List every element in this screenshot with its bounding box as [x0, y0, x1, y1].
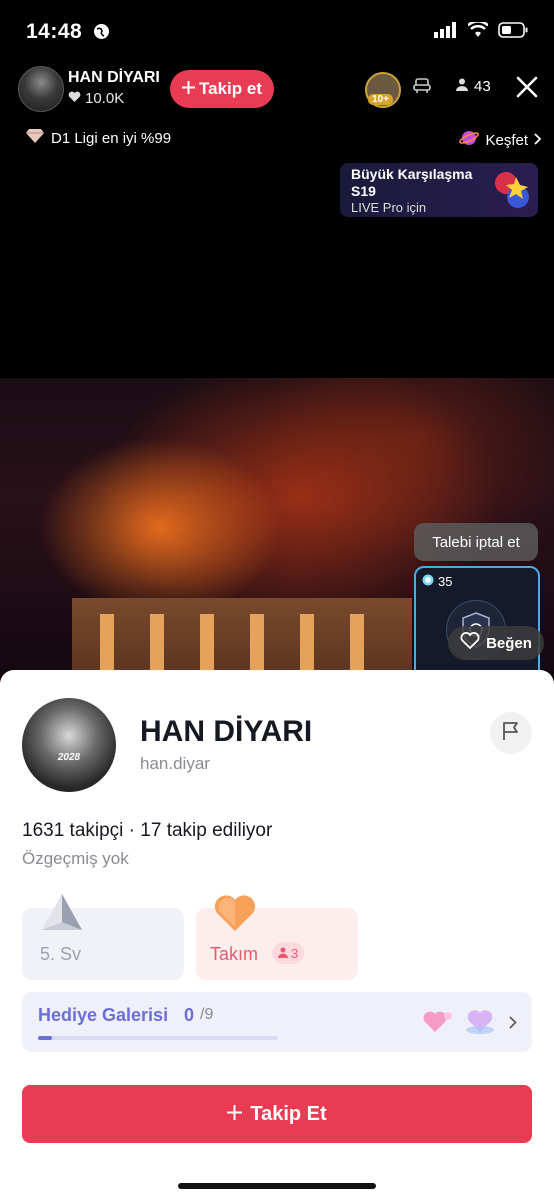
event-banner-subtitle: LIVE Pro için [351, 200, 427, 215]
host-avatar[interactable] [18, 66, 64, 112]
building-column [250, 614, 264, 678]
gallery-progress-bar [38, 1036, 278, 1040]
building-column [300, 614, 314, 678]
gem-icon [422, 574, 434, 589]
report-button[interactable] [490, 712, 532, 754]
host-name[interactable]: HAN DİYARI [68, 69, 160, 87]
building-column [150, 614, 164, 678]
status-time: 14:48 [26, 20, 110, 46]
heart-icon [68, 90, 81, 107]
profile-sheet: 2028 HAN DİYARI han.diyar 1631 takipçi ·… [0, 670, 554, 1200]
follow-button[interactable]: Takip Et [22, 1085, 532, 1143]
battle-score: 35 [422, 574, 452, 589]
team-member-count: 3 [272, 942, 305, 964]
plus-icon [182, 79, 195, 99]
building-column [100, 614, 114, 678]
cancel-request-button[interactable]: Talebi iptal et [414, 523, 538, 561]
chevron-right-icon [509, 1016, 517, 1034]
explore-button[interactable]: Keşfet [459, 128, 542, 152]
home-indicator[interactable] [178, 1183, 376, 1189]
plus-icon [227, 1103, 243, 1126]
planet-icon [459, 128, 480, 152]
event-banner-title: Büyük Karşılaşma S19 [351, 166, 473, 199]
gallery-progress-fill [38, 1036, 53, 1040]
gift-gallery-card[interactable]: Hediye Galerisi 0 /9 [22, 992, 532, 1052]
gift-icon [462, 1006, 498, 1041]
time-text: 14:48 [26, 20, 83, 43]
team-card[interactable]: Takım 3 [196, 895, 358, 980]
follow-pill-label: Takip et [199, 79, 262, 98]
person-icon [278, 946, 288, 961]
viewer-level-badge: 10+ [368, 94, 393, 105]
seat-icon[interactable] [412, 76, 432, 101]
like-label: Beğen [486, 634, 532, 652]
close-icon[interactable] [514, 74, 540, 105]
battery-icon [498, 22, 528, 43]
chevron-right-icon [534, 132, 542, 149]
level-label: 5. Sv [40, 944, 82, 964]
viewer-count[interactable]: 43 [456, 78, 491, 95]
team-count-value: 3 [291, 945, 299, 961]
viewer-count-value: 43 [474, 78, 491, 95]
status-icons [434, 20, 528, 43]
follow-stats[interactable]: 1631 takipçi · 17 takip ediliyor [22, 820, 272, 842]
signal-icon [434, 22, 458, 43]
gallery-count: 0 [184, 1005, 195, 1025]
profile-handle: han.diyar [140, 754, 210, 773]
battle-card[interactable]: 35 [414, 566, 540, 680]
gallery-total: /9 [200, 1006, 214, 1023]
building-column [350, 614, 364, 678]
host-likes: 10.0K [68, 90, 124, 107]
gallery-title: Hediye Galerisi [38, 1005, 169, 1025]
heart-outline-icon [460, 632, 480, 654]
host-likes-count: 10.0K [85, 90, 125, 107]
gift-icon [422, 1006, 458, 1041]
league-badge[interactable]: D1 Ligi en iyi %99 [26, 128, 171, 148]
follow-button-label: Takip Et [250, 1102, 327, 1125]
boxing-glove-icon [486, 165, 536, 220]
host-row: HAN DİYARI 10.0K Takip et 10+ 43 [18, 66, 538, 112]
league-text: D1 Ligi en iyi %99 [51, 129, 172, 147]
profile-avatar[interactable]: 2028 [22, 698, 116, 792]
level-card[interactable]: 5. Sv [22, 894, 184, 980]
explore-label: Keşfet [485, 131, 528, 149]
team-label: Takım [210, 944, 259, 964]
building-column [200, 614, 214, 678]
profile-name: HAN DİYARI [140, 715, 313, 748]
event-banner[interactable]: Büyük Karşılaşma S19 LIVE Pro için [340, 163, 538, 217]
pyramid-icon [40, 892, 84, 939]
person-icon [456, 78, 468, 95]
avatar-year-text: 2028 [57, 752, 81, 763]
wifi-icon [467, 20, 489, 43]
follow-pill-button[interactable]: Takip et [170, 70, 274, 108]
heart-badge-icon [213, 894, 257, 939]
like-button[interactable]: Beğen [448, 626, 544, 660]
battle-score-value: 35 [438, 574, 453, 589]
globe-icon [93, 22, 110, 46]
flag-icon [502, 721, 520, 746]
bio-text: Özgeçmiş yok [22, 849, 129, 868]
diamond-icon [26, 128, 44, 148]
